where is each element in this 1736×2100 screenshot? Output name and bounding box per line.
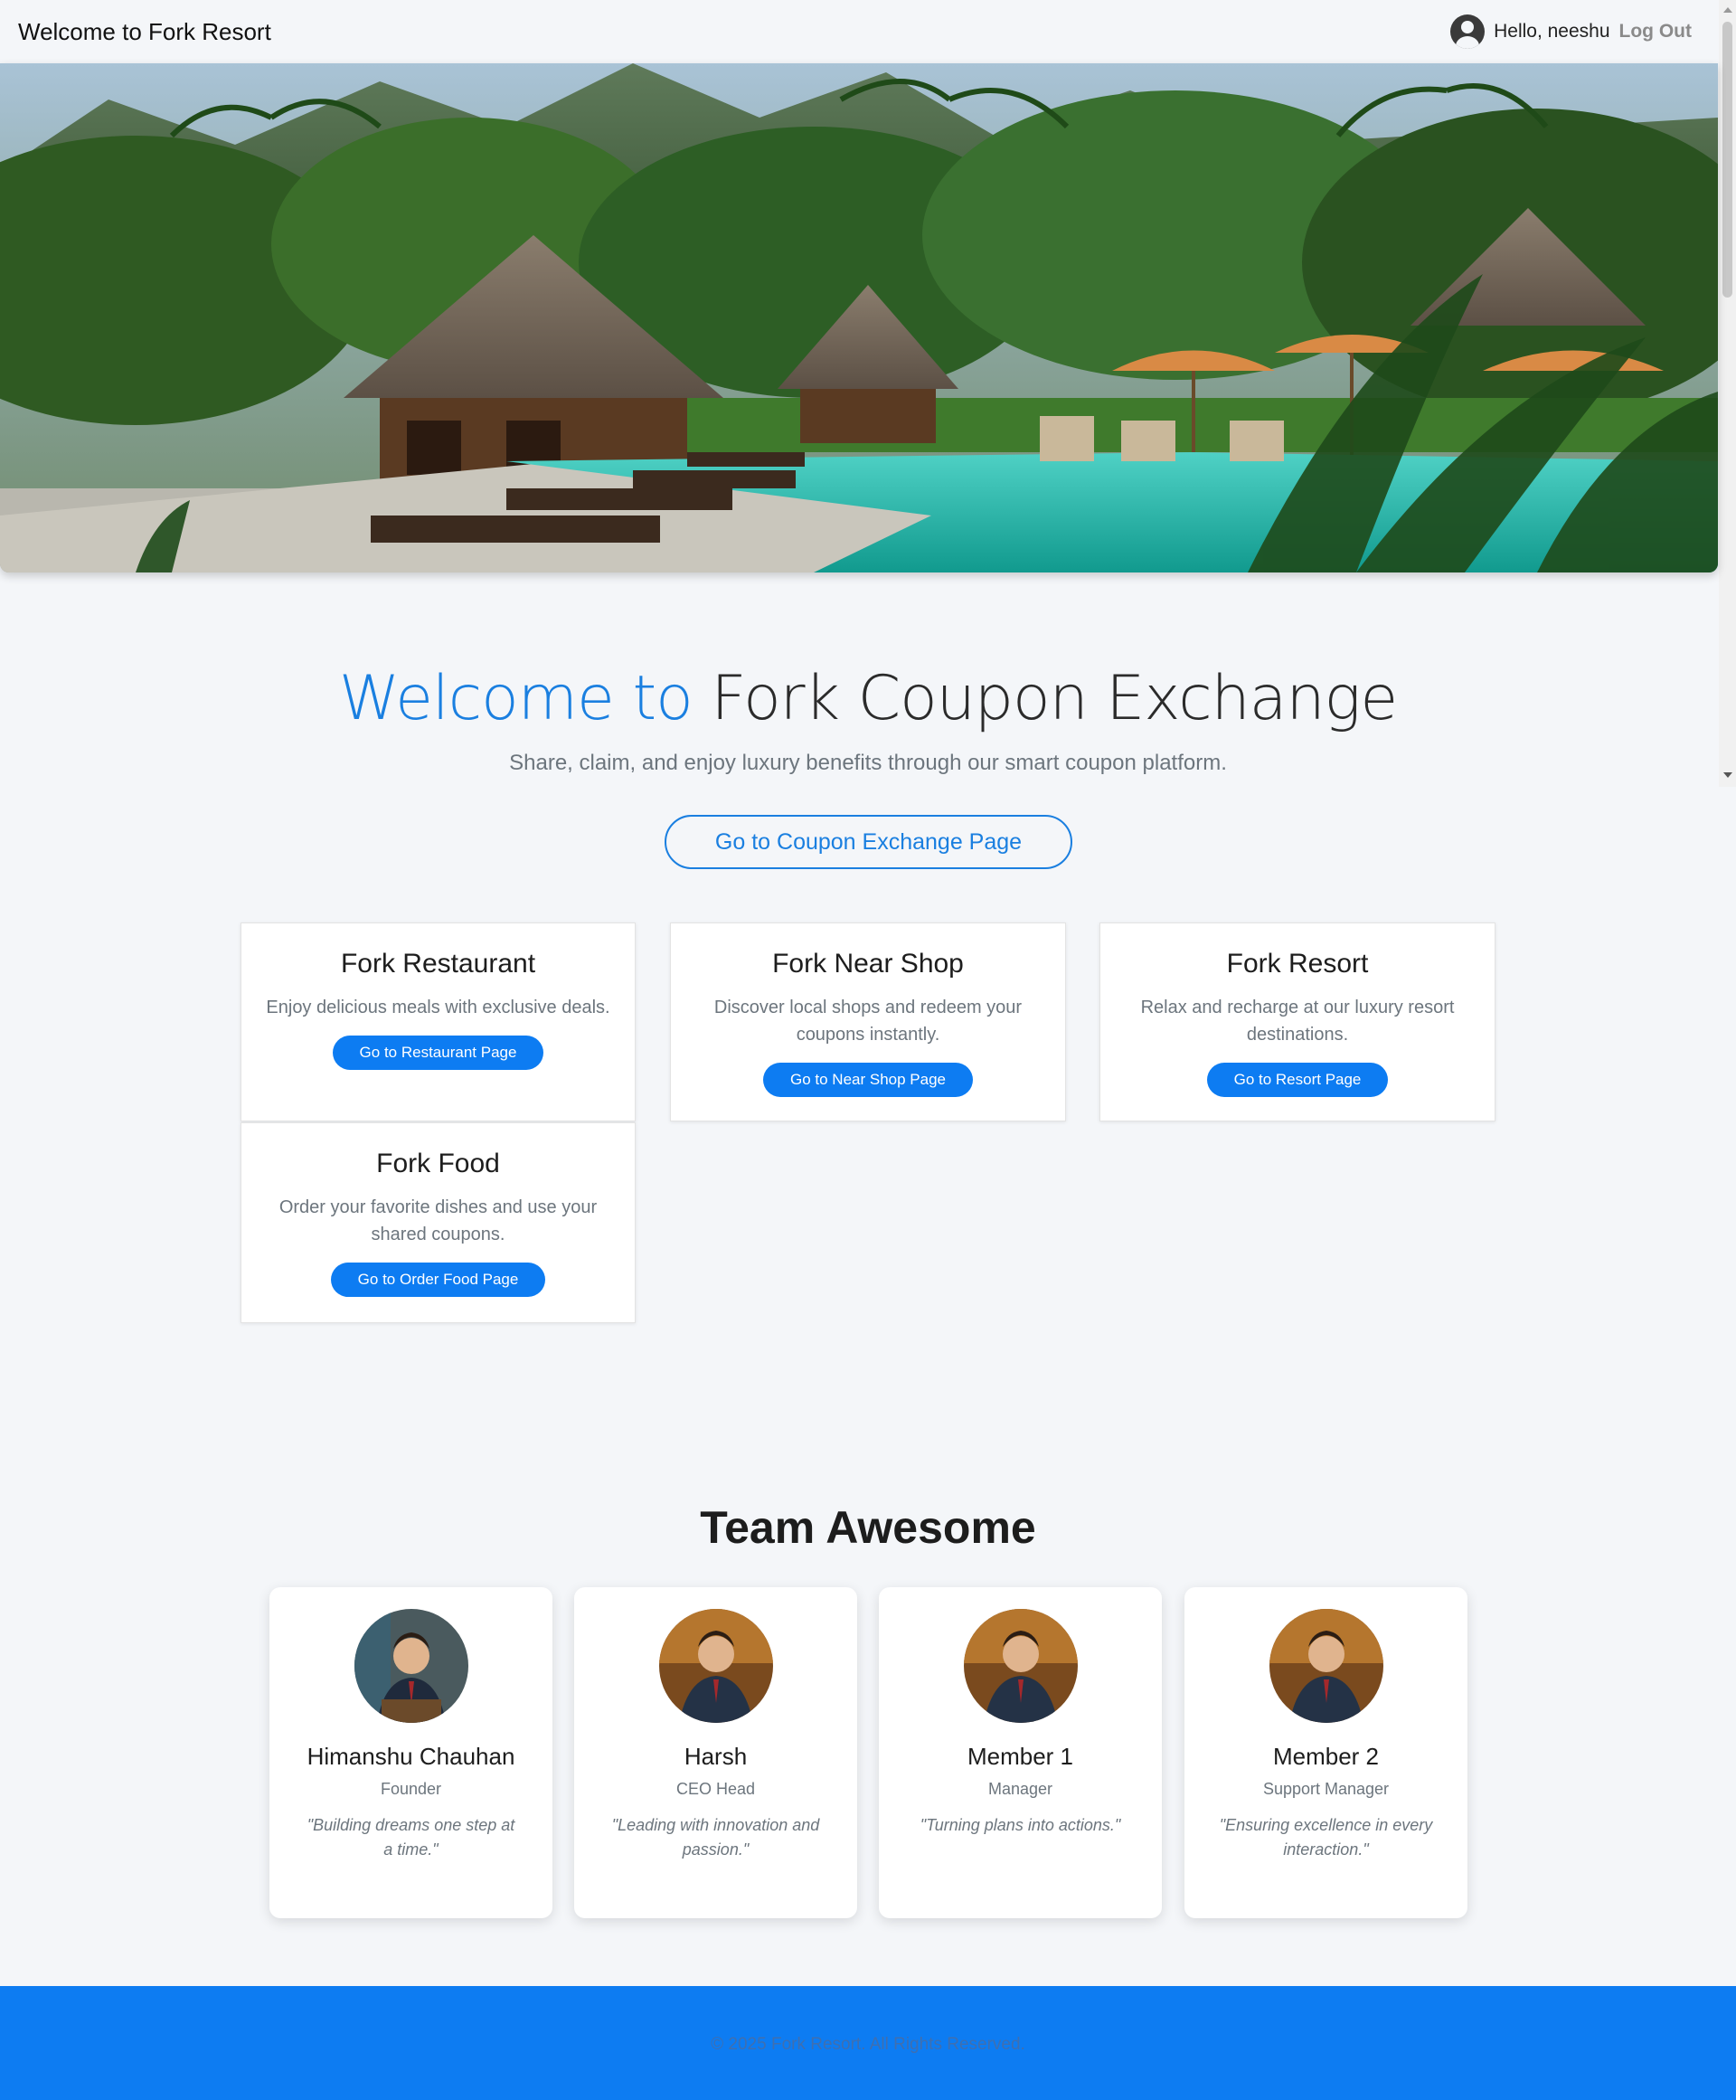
team-member-quote: "Turning plans into actions." bbox=[920, 1816, 1121, 1834]
team-member-role: CEO Head bbox=[675, 1780, 756, 1798]
team-member-name: Himanshu Chauhan bbox=[307, 1743, 515, 1770]
team-heading: Team Awesome bbox=[700, 1502, 1036, 1553]
service-card-food: Fork Food Order your favorite dishes and… bbox=[241, 1122, 636, 1323]
user-greeting: Hello, neeshu bbox=[1494, 21, 1610, 42]
service-card-restaurant: Fork Restaurant Enjoy delicious meals wi… bbox=[241, 922, 636, 1121]
user-area: Hello, neeshu Log Out bbox=[1450, 14, 1692, 49]
team-member-card: Member 2 Support Manager "Ensuring excel… bbox=[1184, 1587, 1467, 1918]
service-card-description: Enjoy delicious meals with exclusive dea… bbox=[266, 998, 610, 1017]
team-member-card: Himanshu Chauhan Founder "Building dream… bbox=[269, 1587, 552, 1918]
service-card-title: Fork Near Shop bbox=[772, 949, 964, 979]
service-card-description: Order your favorite dishes and use your … bbox=[278, 1197, 598, 1244]
team-member-quote: "Leading with innovation and passion." bbox=[611, 1816, 820, 1859]
team-member-name: Member 1 bbox=[967, 1743, 1074, 1770]
near-shop-page-button[interactable]: Go to Near Shop Page bbox=[762, 1063, 973, 1097]
service-card-title: Fork Food bbox=[376, 1149, 500, 1178]
service-card-description: Discover local shops and redeem your cou… bbox=[713, 998, 1023, 1045]
team-member-avatar bbox=[1269, 1609, 1383, 1723]
team-member-role: Manager bbox=[987, 1780, 1053, 1798]
service-card-description: Relax and recharge at our luxury resort … bbox=[1140, 998, 1455, 1045]
resort-page-button[interactable]: Go to Resort Page bbox=[1206, 1063, 1389, 1097]
team-member-card: Member 1 Manager "Turning plans into act… bbox=[879, 1587, 1162, 1918]
team-member-avatar bbox=[963, 1609, 1078, 1723]
welcome-heading: Welcome to Fork Coupon Exchange bbox=[0, 663, 1736, 734]
user-avatar-icon[interactable] bbox=[1450, 14, 1486, 49]
welcome-subtitle: Share, claim, and enjoy luxury benefits … bbox=[509, 751, 1227, 775]
scroll-up-arrow-icon[interactable] bbox=[1723, 7, 1732, 13]
navbar: Welcome to Fork Resort Hello, neeshu Log… bbox=[0, 0, 1719, 63]
hero-banner-image bbox=[0, 63, 1718, 572]
order-food-page-button[interactable]: Go to Order Food Page bbox=[330, 1263, 546, 1297]
team-member-role: Founder bbox=[380, 1780, 442, 1798]
team-member-avatar bbox=[658, 1609, 773, 1723]
brand-title[interactable]: Welcome to Fork Resort bbox=[18, 18, 271, 46]
welcome-heading-highlight: Welcome to bbox=[338, 663, 693, 734]
team-member-card: Harsh CEO Head "Leading with innovation … bbox=[574, 1587, 857, 1918]
service-card-title: Fork Resort bbox=[1226, 949, 1369, 979]
welcome-heading-rest: Fork Coupon Exchange bbox=[711, 663, 1398, 734]
team-member-name: Harsh bbox=[684, 1743, 748, 1770]
service-card-near-shop: Fork Near Shop Discover local shops and … bbox=[670, 922, 1066, 1121]
logout-link[interactable]: Log Out bbox=[1619, 21, 1692, 43]
team-member-quote: "Building dreams one step at a time." bbox=[307, 1816, 515, 1859]
team-member-avatar bbox=[354, 1609, 468, 1723]
team-member-quote: "Ensuring excellence in every interactio… bbox=[1219, 1816, 1433, 1859]
service-card-title: Fork Restaurant bbox=[340, 949, 536, 979]
footer: © 2025 Fork Resort. All Rights Reserved. bbox=[0, 1986, 1736, 2100]
team-member-role: Support Manager bbox=[1262, 1780, 1390, 1798]
footer-copyright: © 2025 Fork Resort. All Rights Reserved. bbox=[711, 2035, 1025, 2054]
team-member-name: Member 2 bbox=[1272, 1743, 1380, 1770]
coupon-exchange-button[interactable]: Go to Coupon Exchange Page bbox=[665, 815, 1072, 869]
scrollbar-thumb[interactable] bbox=[1722, 22, 1732, 298]
service-card-resort: Fork Resort Relax and recharge at our lu… bbox=[1099, 922, 1495, 1121]
restaurant-page-button[interactable]: Go to Restaurant Page bbox=[332, 1036, 544, 1070]
